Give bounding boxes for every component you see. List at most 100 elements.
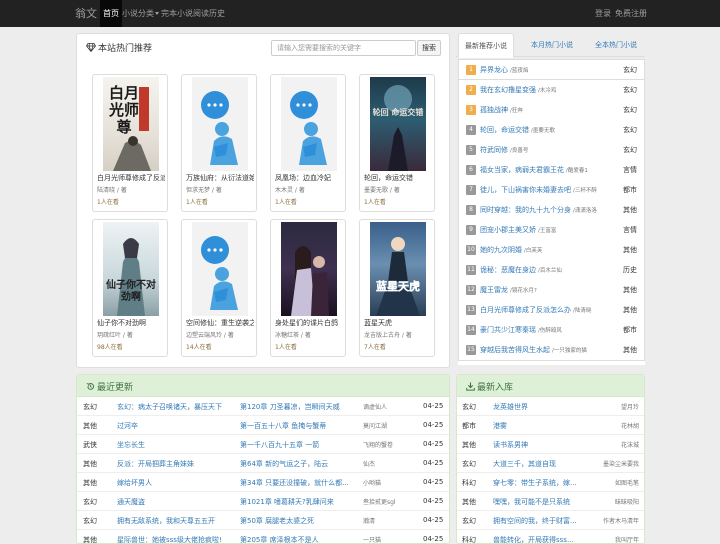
latest-author: 花林胡 bbox=[620, 423, 639, 430]
book-card[interactable]: 身处星们的谍片白鸽 冰糖红茶 / 著 1人在看 bbox=[270, 219, 346, 357]
update-chapter-link[interactable]: 第50章 腐腿老太婆之死 bbox=[240, 516, 358, 526]
latest-book-link[interactable]: 穿七零：带生子系统，嫁... bbox=[493, 478, 583, 488]
rank-item[interactable]: 12 魔王雷龙/镜花水月? 其他 bbox=[458, 280, 645, 301]
book-title[interactable]: 空间修仙：重生逆袭之旅 bbox=[186, 318, 254, 328]
update-author: 仙杰 bbox=[363, 461, 376, 468]
book-title[interactable]: 凤凰场：边血冷妃 bbox=[275, 173, 343, 183]
search-input[interactable] bbox=[271, 40, 416, 56]
update-book-link[interactable]: 过河卒 bbox=[117, 421, 235, 431]
rank-book-link[interactable]: 她的九次阴婚/白芙芙 bbox=[480, 245, 542, 255]
book-readers: 1人在看 bbox=[97, 199, 119, 206]
update-book-link[interactable]: 玄幻：病太子召唤诸天，暴压天下 bbox=[117, 402, 235, 412]
update-book-link[interactable]: 嫁给坏男人 bbox=[117, 478, 235, 488]
rank-book-link[interactable]: 穿越后我苦得风生水起/一只独家的猫 bbox=[480, 345, 587, 355]
rank-book-link[interactable]: 徒儿，下山祸害你未婚妻去吧/三杯不醉 bbox=[480, 185, 597, 195]
rank-book-link[interactable]: 轮回，命运交错/墨要无歌 bbox=[480, 125, 555, 135]
site-logo[interactable]: 翁文 bbox=[75, 0, 97, 27]
placeholder-person-icon bbox=[201, 236, 238, 310]
book-title[interactable]: 万族仙府：从衍法道始 bbox=[186, 173, 254, 183]
nav-home[interactable]: 首页 bbox=[100, 0, 122, 27]
latest-book-link[interactable]: 读书系男神 bbox=[493, 440, 583, 450]
book-cover[interactable]: 白月光师尊 bbox=[103, 77, 159, 171]
latest-book-link[interactable]: 拥有空间的我，终于财富... bbox=[493, 516, 583, 526]
nav-categories-label: 小说分类 bbox=[122, 9, 154, 18]
login-link[interactable]: 登录 bbox=[595, 0, 611, 27]
latest-category: 玄幻 bbox=[462, 517, 476, 525]
rank-item[interactable]: 11 诡秘：恶魔在身边/百木兰仙 历史 bbox=[458, 260, 645, 281]
rank-item[interactable]: 1 异界龙心/蓝夜焰 玄幻 bbox=[458, 59, 645, 80]
update-book-link[interactable]: 通天魔盗 bbox=[117, 497, 235, 507]
rank-book-link[interactable]: 福女当家，病弱夫君霸王花/酷爱春1 bbox=[480, 165, 588, 175]
nav-completed[interactable]: 完本小说 bbox=[161, 0, 193, 27]
book-card[interactable]: 万族仙府：从衍法道始 但求无梦 / 著 1人在看 bbox=[181, 74, 257, 212]
rank-book-link[interactable]: 团宠小郡主美又娇/王富富 bbox=[480, 225, 556, 235]
rank-item[interactable]: 10 她的九次阴婚/白芙芙 其他 bbox=[458, 240, 645, 261]
latest-row: 其他 嘿嘿，我可能不是只系统 昧昧吸阳 bbox=[457, 492, 644, 511]
update-chapter-link[interactable]: 第1021章 嗜葛耕天?乳肆问来 bbox=[240, 497, 358, 507]
rank-book-link[interactable]: 豪门共少江寒秦瑶/伤醉殴风 bbox=[480, 325, 562, 335]
rank-item[interactable]: 9 团宠小郡主美又娇/王富富 言情 bbox=[458, 220, 645, 241]
rank-item[interactable]: 13 白月光师尊修成了反派怎么办/陆清晓 其他 bbox=[458, 300, 645, 321]
latest-book-link[interactable]: 龙英雄世界 bbox=[493, 402, 583, 412]
book-title[interactable]: 轮回，命运交错 bbox=[364, 173, 432, 183]
book-card[interactable]: 白月光师尊 白月光师尊修成了反派么 陆清晓 / 著 1人在看 bbox=[92, 74, 168, 212]
book-cover[interactable]: 仙子你不对劲啊 bbox=[103, 222, 159, 316]
book-card[interactable]: 空间修仙：重生逆袭之旅 边塑云端风玲 / 著 14人在看 bbox=[181, 219, 257, 357]
nav-history[interactable]: 阅读历史 bbox=[193, 0, 225, 27]
update-chapter-link[interactable]: 第34章 只要还没撞破，就什么都... bbox=[240, 478, 358, 488]
search-button[interactable]: 搜索 bbox=[417, 40, 441, 56]
tab-latest-recommend[interactable]: 最新推荐小说 bbox=[458, 33, 514, 58]
latest-author: 墨染尘米要我 bbox=[602, 461, 639, 468]
update-chapter-link[interactable]: 第一百五十八章 鱼掩与蟹蒂 bbox=[240, 421, 358, 431]
rank-book-link[interactable]: 白月光师尊修成了反派怎么办/陆清晓 bbox=[480, 305, 591, 315]
rank-book-title: 异界龙心 bbox=[480, 66, 508, 74]
book-card[interactable]: 轮回 命运交错 轮回，命运交错 墨要无歌 / 著 1人在看 bbox=[359, 74, 435, 212]
book-cover[interactable] bbox=[192, 222, 248, 316]
tab-month-hot[interactable]: 本月热门小说 bbox=[524, 33, 580, 57]
latest-book-link[interactable]: 大道三千，其道自现 bbox=[493, 459, 583, 469]
rank-item[interactable]: 2 我在玄幻撸星变强/木冷鸡 玄幻 bbox=[458, 80, 645, 101]
rank-item[interactable]: 15 穿越后我苦得风生水起/一只独家的猫 其他 bbox=[458, 340, 645, 361]
register-link[interactable]: 免费注册 bbox=[615, 0, 647, 27]
book-cover[interactable] bbox=[192, 77, 248, 171]
rank-book-link[interactable]: 同时穿越：我的九十九个分身/潇潇洛洛 bbox=[480, 205, 597, 215]
book-title[interactable]: 仙子你不对劲啊 bbox=[97, 318, 165, 328]
update-chapter-link[interactable]: 第一千八百九十五章 一箭 bbox=[240, 440, 358, 450]
book-readers: 98人在看 bbox=[97, 344, 123, 351]
rank-book-link[interactable]: 魔王雷龙/镜花水月? bbox=[480, 285, 537, 295]
rank-book-link[interactable]: 孤独战神/狂奔 bbox=[480, 105, 523, 115]
rank-book-link[interactable]: 异界龙心/蓝夜焰 bbox=[480, 65, 528, 75]
book-title[interactable]: 蓝星天虎 bbox=[364, 318, 432, 328]
book-cover[interactable]: 轮回 命运交错 bbox=[370, 77, 426, 171]
rank-book-link[interactable]: 符武同修/良善号 bbox=[480, 145, 528, 155]
rank-category: 其他 bbox=[623, 346, 637, 354]
rank-item[interactable]: 8 同时穿越：我的九十九个分身/潇潇洛洛 其他 bbox=[458, 200, 645, 221]
update-book-link[interactable]: 拥有无敌系统，我和天尊五五开 bbox=[117, 516, 235, 526]
latest-book-link[interactable]: 嘿嘿，我可能不是只系统 bbox=[493, 497, 583, 507]
latest-category: 科幻 bbox=[462, 479, 476, 487]
rank-book-link[interactable]: 诡秘：恶魔在身边/百木兰仙 bbox=[480, 265, 562, 275]
book-title[interactable]: 白月光师尊修成了反派么 bbox=[97, 173, 165, 183]
book-cover[interactable] bbox=[281, 77, 337, 171]
book-title[interactable]: 身处星们的谍片白鸽 bbox=[275, 318, 343, 328]
book-card[interactable]: 蓝星天虎 蓝星天虎 龙吉版上古舟 / 著 7人在看 bbox=[359, 219, 435, 357]
rank-item[interactable]: 3 孤独战神/狂奔 玄幻 bbox=[458, 100, 645, 121]
rank-item[interactable]: 4 轮回，命运交错/墨要无歌 玄幻 bbox=[458, 120, 645, 141]
book-card[interactable]: 仙子你不对劲啊 仙子你不对劲啊 玥疏红叶 / 著 98人在看 bbox=[92, 219, 168, 357]
rank-item[interactable]: 7 徒儿，下山祸害你未婚妻去吧/三杯不醉 都市 bbox=[458, 180, 645, 201]
nav-categories[interactable]: 小说分类 bbox=[122, 0, 159, 27]
book-card[interactable]: 凤凰场：边血冷妃 木木灵 / 著 1人在看 bbox=[270, 74, 346, 212]
update-book-link[interactable]: 坐忘长生 bbox=[117, 440, 235, 450]
rank-book-link[interactable]: 我在玄幻撸星变强/木冷鸡 bbox=[480, 85, 556, 95]
update-book-link[interactable]: 反派：开局掴葬主角妹妹 bbox=[117, 459, 235, 469]
book-cover[interactable]: 蓝星天虎 bbox=[370, 222, 426, 316]
rank-item[interactable]: 6 福女当家，病弱夫君霸王花/酷爱春1 言情 bbox=[458, 160, 645, 181]
latest-book-link[interactable]: 港雾 bbox=[493, 421, 583, 431]
rank-item[interactable]: 14 豪门共少江寒秦瑶/伤醉殴风 都市 bbox=[458, 320, 645, 341]
rank-item[interactable]: 5 符武同修/良善号 玄幻 bbox=[458, 140, 645, 161]
cover-title: 仙子你不对劲啊 bbox=[106, 280, 156, 303]
update-chapter-link[interactable]: 第64章 新的气运之子，陆云 bbox=[240, 459, 358, 469]
tab-complete-hot[interactable]: 全本热门小说 bbox=[588, 33, 644, 57]
update-chapter-link[interactable]: 第120章 刀圣暮凉，岂瞬间天威 bbox=[240, 402, 358, 412]
book-cover[interactable] bbox=[281, 222, 337, 316]
